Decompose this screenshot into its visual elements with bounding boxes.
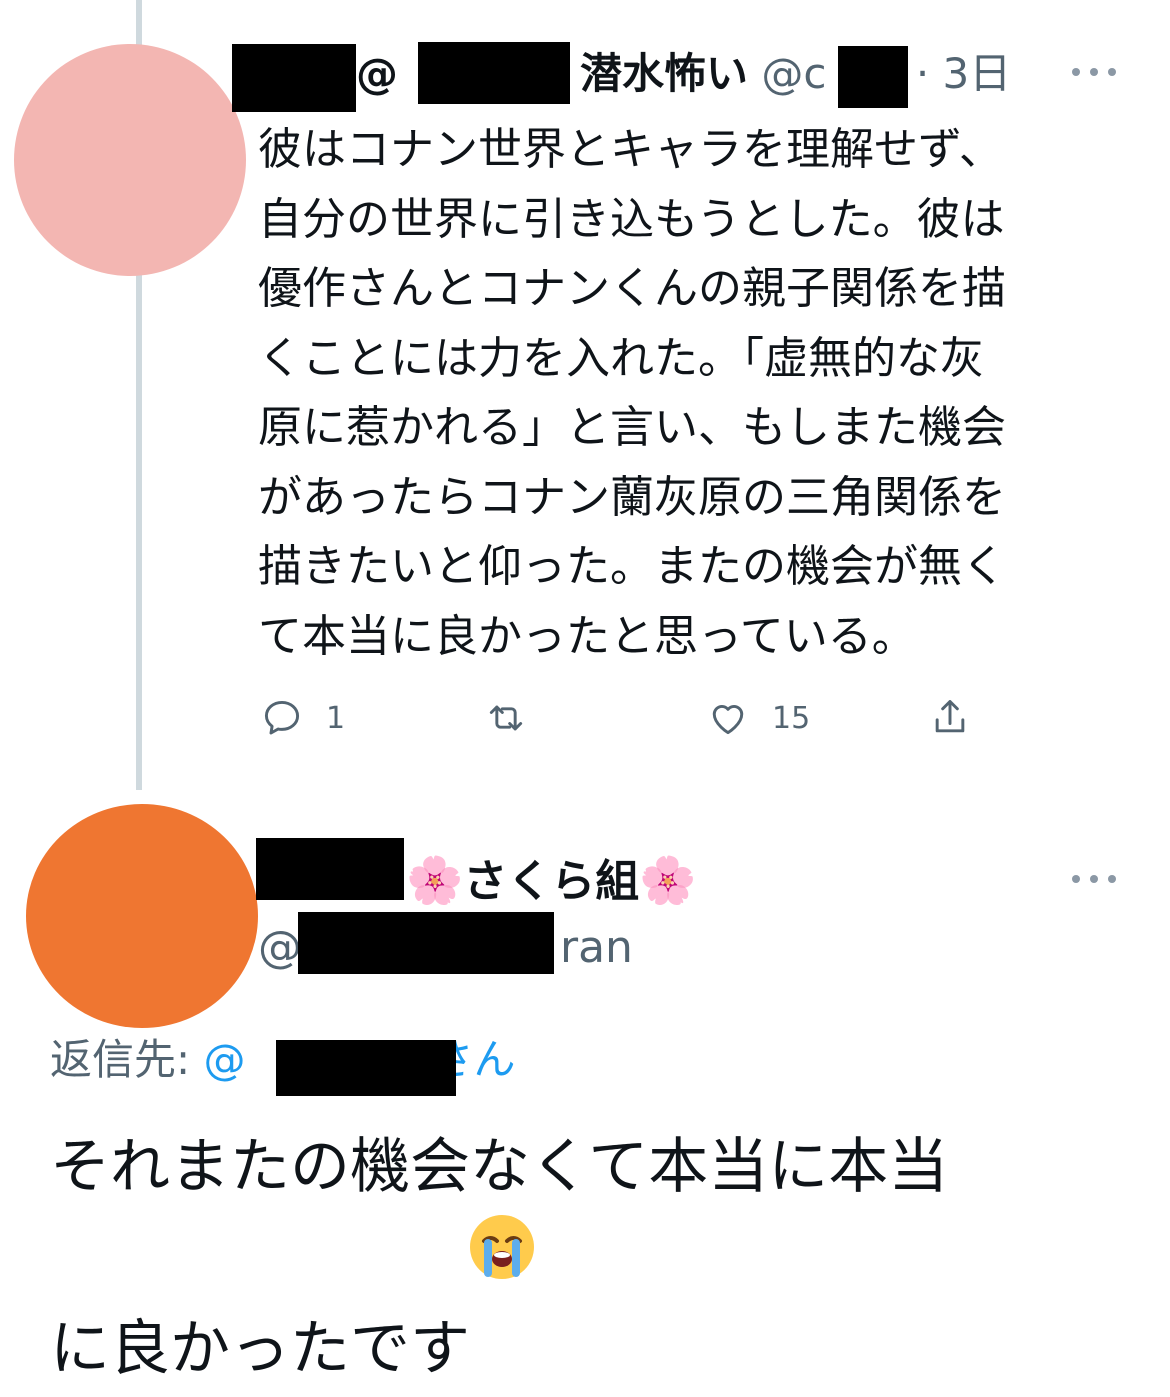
tweet1-avatar[interactable] — [14, 44, 246, 276]
redaction-box — [418, 42, 570, 104]
more-options-icon[interactable] — [1072, 65, 1116, 79]
retweet-icon — [489, 705, 523, 731]
redaction-box — [298, 912, 554, 974]
heart-icon — [712, 705, 744, 735]
redaction-box — [276, 1040, 456, 1096]
reply-button[interactable]: 1 — [260, 692, 345, 744]
reply-count: 1 — [326, 700, 346, 736]
tweet1-timestamp[interactable]: · 3日 — [916, 49, 1011, 98]
cherry-blossom-icon: 🌸 — [639, 853, 697, 907]
like-button[interactable]: 15 — [706, 692, 810, 744]
share-button[interactable] — [928, 692, 972, 744]
like-count: 15 — [772, 700, 811, 736]
share-icon — [935, 700, 965, 733]
retweet-button[interactable] — [484, 692, 550, 744]
tweet1-text: 彼はコナン世界とキャラを理解せず、 自分の世界に引き込もうとした。彼は 優作さん… — [258, 124, 1006, 662]
redaction-box — [256, 838, 404, 900]
cherry-blossom-icon: 🌸 — [406, 853, 464, 907]
reply-bubble-icon — [264, 700, 300, 735]
loudly-crying-face-icon — [470, 1215, 534, 1279]
redaction-box — [838, 46, 908, 108]
redaction-box — [232, 44, 356, 112]
tweet2-text: それまたの機会なくて本当に本当 に良かったです — [50, 1132, 949, 1384]
more-options-icon[interactable] — [1072, 872, 1116, 886]
tweet2-avatar[interactable] — [26, 804, 258, 1028]
